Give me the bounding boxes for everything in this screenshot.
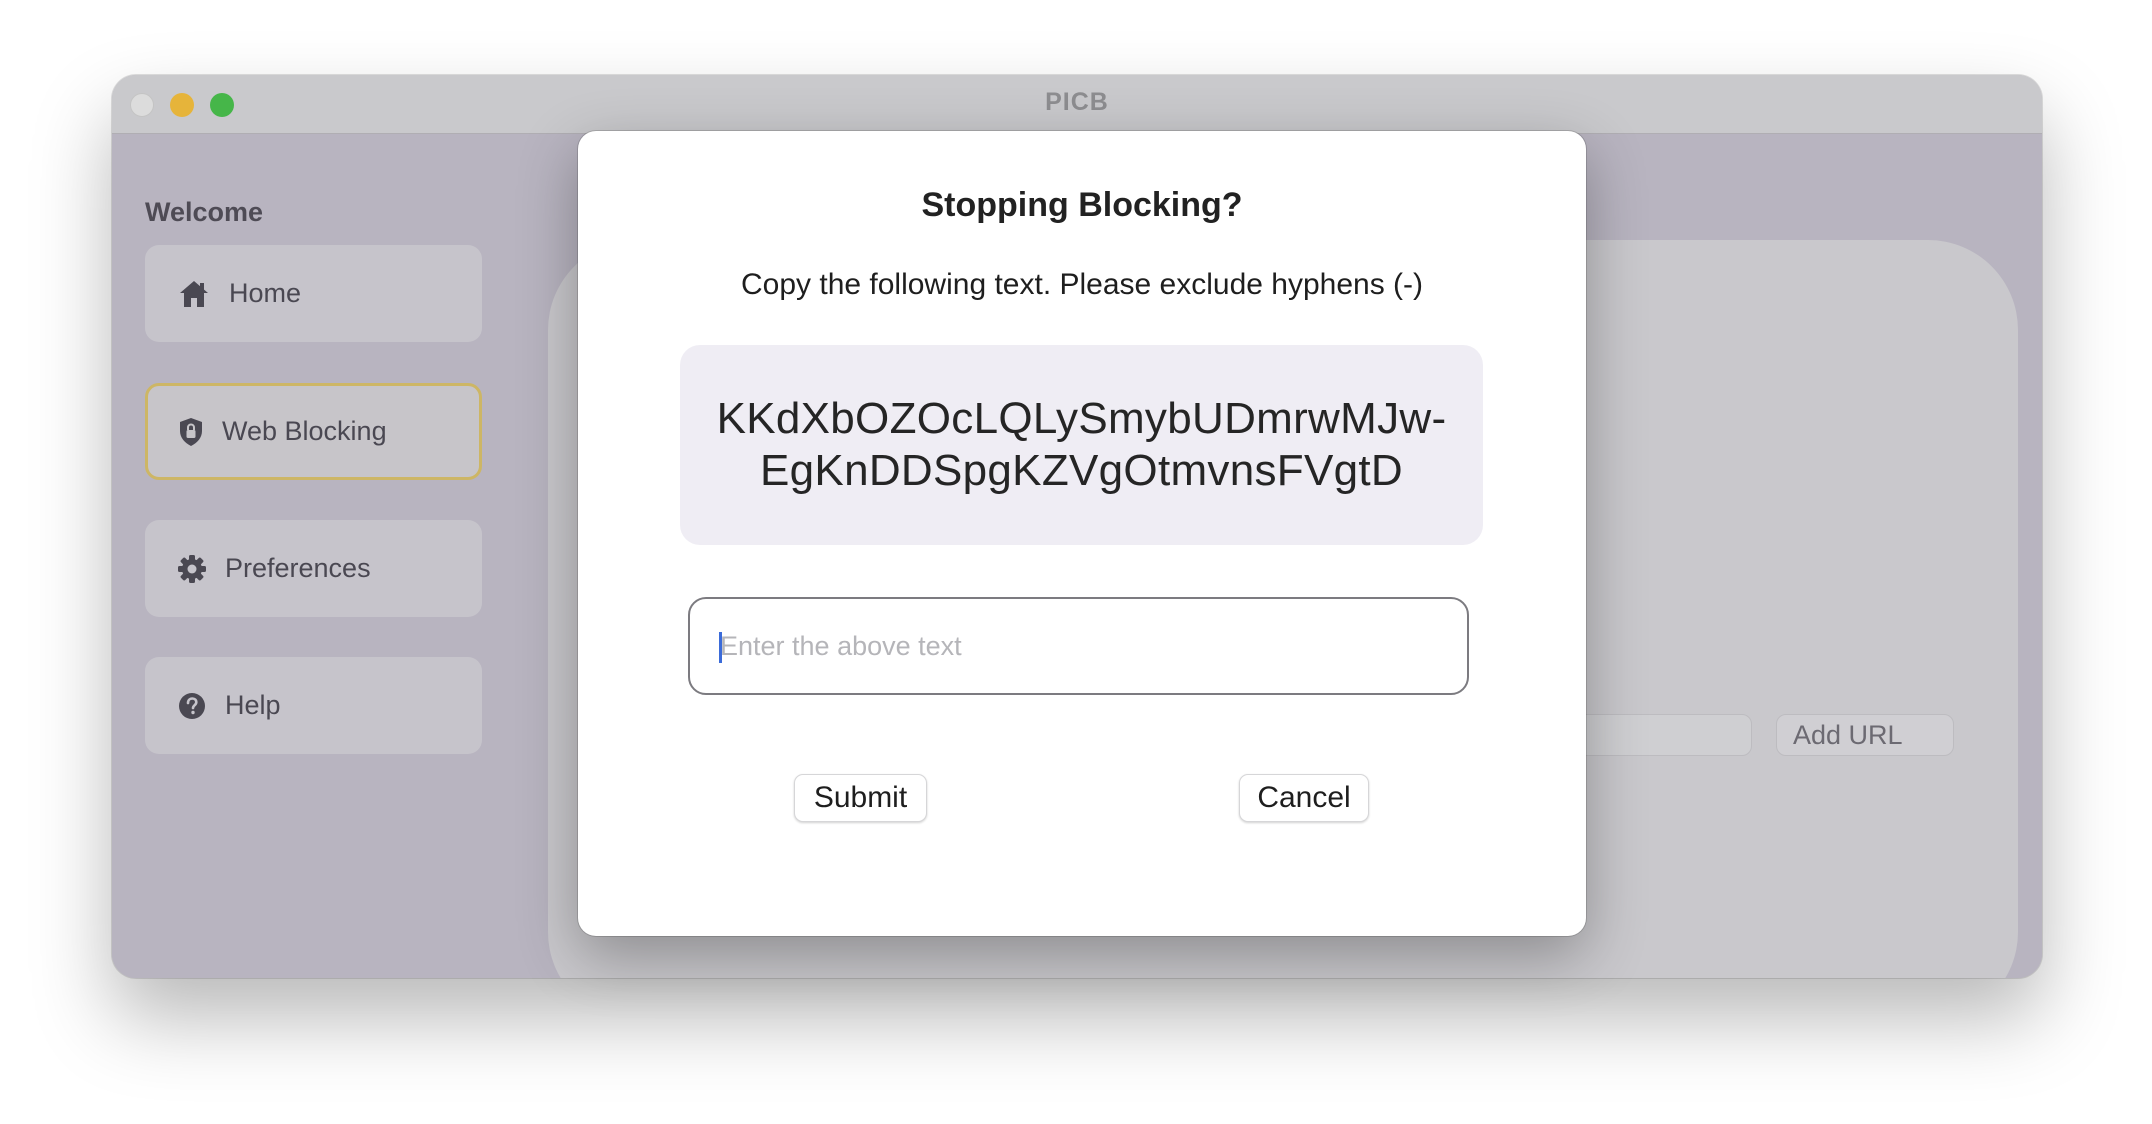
gear-icon [175,552,209,586]
dialog-title: Stopping Blocking? [921,186,1243,224]
title-bar: PICB [112,75,2042,134]
sidebar-item-help[interactable]: Help [145,657,482,754]
stop-blocking-dialog: Stopping Blocking? Copy the following te… [578,131,1586,936]
sidebar-item-preferences[interactable]: Preferences [145,520,482,617]
sidebar-title: Welcome [145,197,264,227]
challenge-text-input[interactable] [688,597,1469,695]
question-circle-icon [175,689,209,723]
sidebar-item-label: Preferences [225,553,371,583]
cancel-button[interactable]: Cancel [1239,774,1369,822]
shield-lock-icon [174,415,208,449]
submit-button[interactable]: Submit [794,774,927,822]
text-caret [719,632,722,663]
sidebar-item-label: Web Blocking [222,416,387,446]
desktop: PICB Welcome Home Web Blocking Preferenc… [0,0,2152,1124]
challenge-code-line-2: EgKnDDSpgKZVgOtmvnsFVgtD [760,446,1403,495]
sidebar-item-home[interactable]: Home [145,245,482,342]
sidebar-item-web-blocking[interactable]: Web Blocking [145,383,482,480]
sidebar-item-label: Help [225,690,281,720]
challenge-code-box: KKdXbOZOcLQLySmybUDmrwMJw- EgKnDDSpgKZVg… [680,345,1483,545]
add-url-button[interactable]: Add URL [1776,714,1954,756]
dialog-instruction: Copy the following text. Please exclude … [740,268,1424,301]
sidebar-item-label: Home [229,278,302,308]
home-icon [177,277,211,311]
window-title: PICB [1045,88,1109,116]
challenge-code-line-1: KKdXbOZOcLQLySmybUDmrwMJw- [716,394,1447,443]
